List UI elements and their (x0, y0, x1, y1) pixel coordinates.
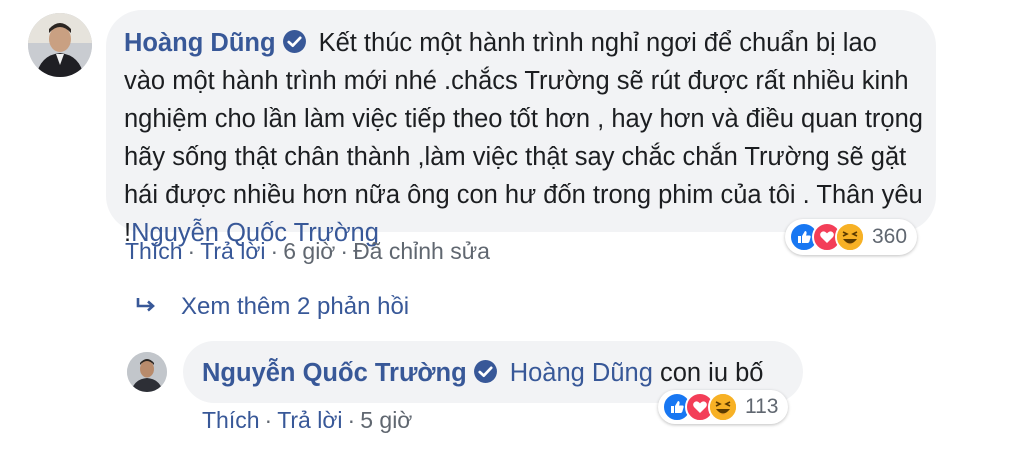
haha-icon (708, 392, 738, 422)
like-link[interactable]: Thích (202, 407, 260, 433)
reply-arrow-icon (135, 295, 159, 323)
view-more-replies-link[interactable]: Xem thêm 2 phản hồi (135, 293, 409, 323)
comment-reactions[interactable]: 360 (785, 219, 918, 255)
verified-badge-icon (282, 27, 307, 53)
like-link[interactable]: Thích (125, 238, 183, 264)
view-more-label: Xem thêm 2 phản hồi (181, 293, 410, 320)
comment-author[interactable]: Hoàng Dũng (124, 29, 276, 57)
haha-icon (835, 222, 865, 252)
reply-link[interactable]: Trả lời (200, 238, 265, 264)
comment-body: Hoàng Dũng Kết thúc một hành trình nghỉ n… (124, 24, 924, 252)
reaction-count: 113 (745, 395, 779, 418)
comment-text: Kết thúc một hành trình nghỉ ngơi để chu… (124, 29, 923, 247)
reply-actions: Thích · Trả lời · 5 giờ (202, 407, 413, 433)
timestamp[interactable]: 5 giờ (360, 407, 412, 433)
comment-actions: Thích · Trả lời · 6 giờ · Đã chỉnh sửa (125, 238, 490, 264)
reply-body: Nguyễn Quốc Trường Hoàng Dũng con iu bố (202, 355, 763, 391)
replier-avatar[interactable] (127, 352, 167, 392)
reply-mention-link[interactable]: Hoàng Dũng (510, 359, 653, 387)
edited-label[interactable]: Đã chỉnh sửa (353, 238, 490, 264)
reply-reactions[interactable]: 113 (658, 390, 789, 424)
verified-badge-icon (473, 358, 498, 383)
reply-text: con iu bố (659, 359, 764, 387)
commenter-avatar[interactable] (28, 13, 92, 77)
reply-link[interactable]: Trả lời (277, 407, 342, 433)
reaction-count: 360 (872, 225, 908, 248)
timestamp[interactable]: 6 giờ (283, 238, 335, 264)
reply-author[interactable]: Nguyễn Quốc Trường (202, 359, 467, 387)
